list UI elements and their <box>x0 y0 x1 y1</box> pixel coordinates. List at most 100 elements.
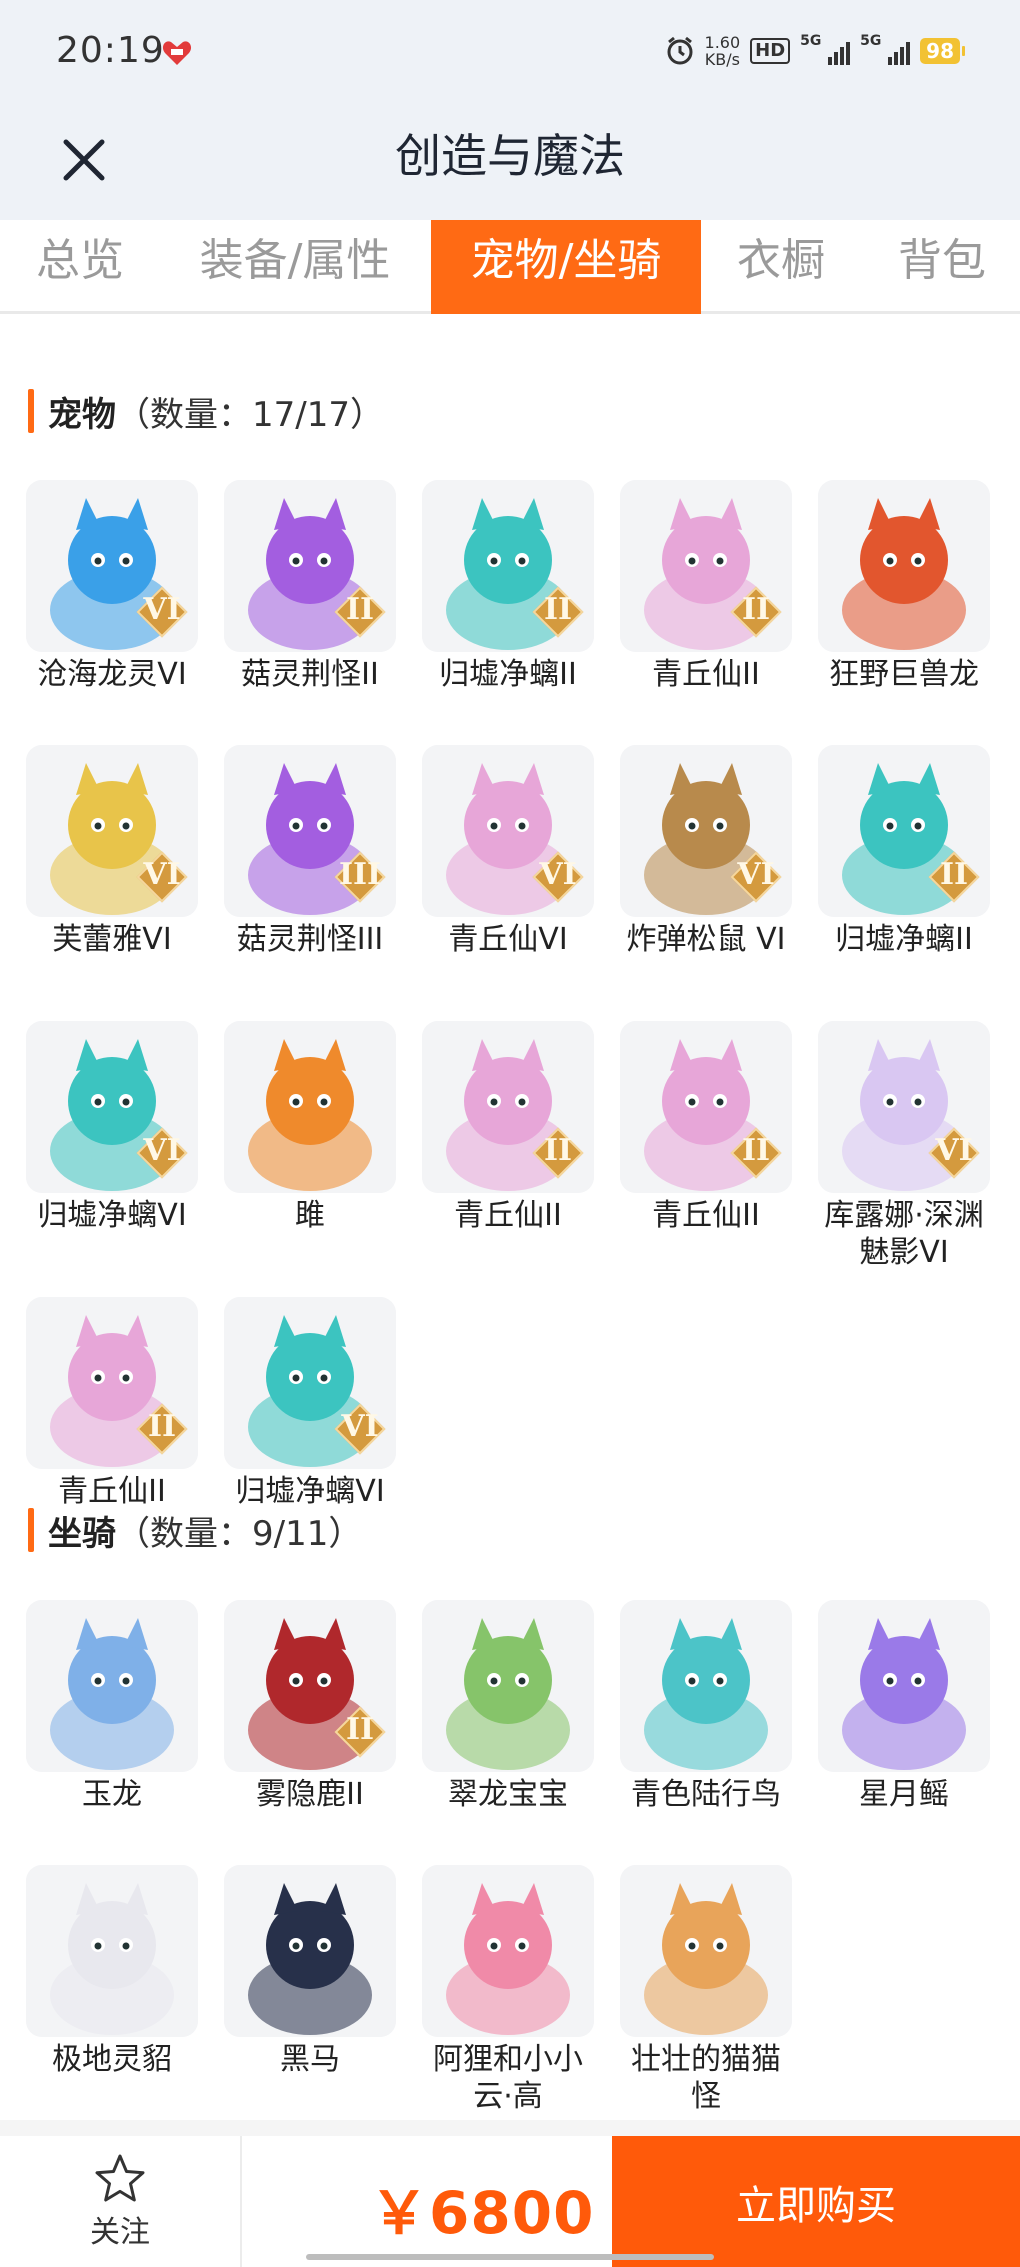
pet-item[interactable]: III 菇灵荆怪III <box>224 745 396 958</box>
rank-label: VI <box>539 857 577 892</box>
signal-icon-2: 5G <box>860 33 911 65</box>
pet-item[interactable]: II 青丘仙II <box>422 1021 594 1234</box>
mount-thumbnail <box>422 1865 594 2037</box>
portrait-graphic <box>224 1021 396 1193</box>
rank-label: II <box>543 1133 573 1168</box>
rank-label: VI <box>143 857 181 892</box>
mount-item[interactable]: 极地灵貂 <box>26 1865 198 2078</box>
pet-item[interactable]: VI 沧海龙灵VI <box>26 480 198 693</box>
rank-label: VI <box>143 592 181 627</box>
title-bar: 创造与魔法 <box>0 110 1020 220</box>
mount-item[interactable]: II 雾隐鹿II <box>224 1600 396 1813</box>
portrait-graphic <box>224 1865 396 2037</box>
rank-badge-icon: II <box>532 586 584 638</box>
rank-label: II <box>543 592 573 627</box>
mount-thumbnail <box>26 1865 198 2037</box>
pet-thumbnail: II <box>422 1021 594 1193</box>
star-icon <box>95 2154 145 2201</box>
pet-item[interactable]: II 青丘仙II <box>620 480 792 693</box>
mount-name: 青色陆行鸟 <box>631 1777 781 1812</box>
mount-name: 黑马 <box>280 2042 340 2077</box>
pet-thumbnail: VI <box>26 745 198 917</box>
tab-equipment[interactable]: 装备/属性 <box>180 220 410 314</box>
pet-item[interactable]: VI 青丘仙VI <box>422 745 594 958</box>
mount-item[interactable]: 黑马 <box>224 1865 396 2078</box>
speed-unit: KB/s <box>704 50 740 69</box>
section-title: 宠物 <box>48 394 116 435</box>
status-icons: 1.60 KB/s HD 5G 5G 98 <box>665 33 965 68</box>
mount-thumbnail <box>818 1600 990 1772</box>
pet-item[interactable]: 狂野巨兽龙 <box>818 480 990 693</box>
portrait-graphic <box>26 1865 198 2037</box>
heart-badge-icon <box>162 41 192 65</box>
speed-value: 1.60 <box>704 33 741 52</box>
portrait-graphic <box>422 1600 594 1772</box>
pet-item[interactable]: VI 库露娜·深渊魅影VI <box>818 1021 990 1271</box>
mount-item[interactable]: 玉龙 <box>26 1600 198 1813</box>
pet-thumbnail <box>224 1021 396 1193</box>
mounts-section-header: 坐骑 （数量：9/11） <box>28 1507 362 1554</box>
mount-item[interactable]: 翠龙宝宝 <box>422 1600 594 1813</box>
follow-label: 关注 <box>90 2214 150 2250</box>
mount-item[interactable]: 星月鳐 <box>818 1600 990 1813</box>
mount-item[interactable]: 壮壮的猫猫怪 <box>620 1865 792 2115</box>
section-accent-bar <box>28 389 34 433</box>
rank-badge-icon: II <box>334 586 386 638</box>
pet-name: 菇灵荆怪II <box>241 657 379 692</box>
pet-item[interactable]: II 青丘仙II <box>26 1297 198 1510</box>
rank-badge-icon: VI <box>928 1127 980 1179</box>
section-title: 坐骑 <box>48 1513 116 1554</box>
tab-backpack[interactable]: 背包 <box>878 220 1006 314</box>
mount-thumbnail <box>422 1600 594 1772</box>
pet-item[interactable]: II 青丘仙II <box>620 1021 792 1234</box>
mount-thumbnail <box>224 1865 396 2037</box>
tab-overview[interactable]: 总览 <box>10 220 150 314</box>
tab-pets-mounts[interactable]: 宠物/坐骑 <box>431 220 701 314</box>
mount-name: 星月鳐 <box>859 1777 949 1812</box>
pet-thumbnail: VI <box>26 1021 198 1193</box>
pet-item[interactable]: II 菇灵荆怪II <box>224 480 396 693</box>
tab-wardrobe[interactable]: 衣橱 <box>722 220 840 314</box>
pet-item[interactable]: 雎 <box>224 1021 396 1234</box>
pet-name: 归墟净螭VI <box>37 1198 187 1233</box>
pet-thumbnail: VI <box>26 480 198 652</box>
mount-name: 雾隐鹿II <box>256 1777 364 1812</box>
rank-label: VI <box>737 857 775 892</box>
rank-label: VI <box>935 1133 973 1168</box>
pet-name: 归墟净螭II <box>439 657 577 692</box>
rank-badge-icon: VI <box>136 1127 188 1179</box>
rank-label: II <box>741 592 771 627</box>
mount-item[interactable]: 青色陆行鸟 <box>620 1600 792 1813</box>
pet-name: 库露娜·深渊魅影VI <box>824 1198 984 1270</box>
rank-badge-icon: VI <box>334 1403 386 1455</box>
rank-badge-icon: II <box>730 1127 782 1179</box>
pet-item[interactable]: VI 芙蕾雅VI <box>26 745 198 958</box>
home-indicator <box>306 2254 714 2260</box>
mount-thumbnail: II <box>224 1600 396 1772</box>
pet-item[interactable]: VI 归墟净螭VI <box>26 1021 198 1234</box>
follow-button[interactable]: 关注 <box>0 2136 242 2267</box>
network-speed: 1.60 KB/s <box>705 34 741 68</box>
mount-thumbnail <box>620 1865 792 2037</box>
portrait-graphic <box>818 480 990 652</box>
rank-badge-icon: II <box>136 1403 188 1455</box>
pet-item[interactable]: VI 归墟净螭VI <box>224 1297 396 1510</box>
pet-item[interactable]: II 归墟净螭II <box>422 480 594 693</box>
mount-name: 极地灵貂 <box>52 2042 172 2077</box>
pet-item[interactable]: VI 炸弹松鼠 VI <box>620 745 792 958</box>
page-title: 创造与魔法 <box>395 129 625 183</box>
pet-item[interactable]: II 归墟净螭II <box>818 745 990 958</box>
rank-badge-icon: VI <box>136 586 188 638</box>
pet-thumbnail: VI <box>422 745 594 917</box>
buy-now-button[interactable]: 立即购买 <box>612 2136 1020 2267</box>
bottom-action-bar: 关注 ￥6800 立即购买 <box>0 2136 1020 2267</box>
mount-name: 阿狸和小小云·高 <box>433 2042 583 2114</box>
close-button[interactable] <box>52 128 116 192</box>
mount-name: 玉龙 <box>82 1777 142 1812</box>
mount-item[interactable]: 阿狸和小小云·高 <box>422 1865 594 2115</box>
pet-name: 归墟净螭II <box>835 922 973 957</box>
pet-name: 青丘仙II <box>652 1198 760 1233</box>
mount-name: 翠龙宝宝 <box>448 1777 568 1812</box>
pet-name: 狂野巨兽龙 <box>829 657 979 692</box>
rank-label: III <box>338 857 382 892</box>
